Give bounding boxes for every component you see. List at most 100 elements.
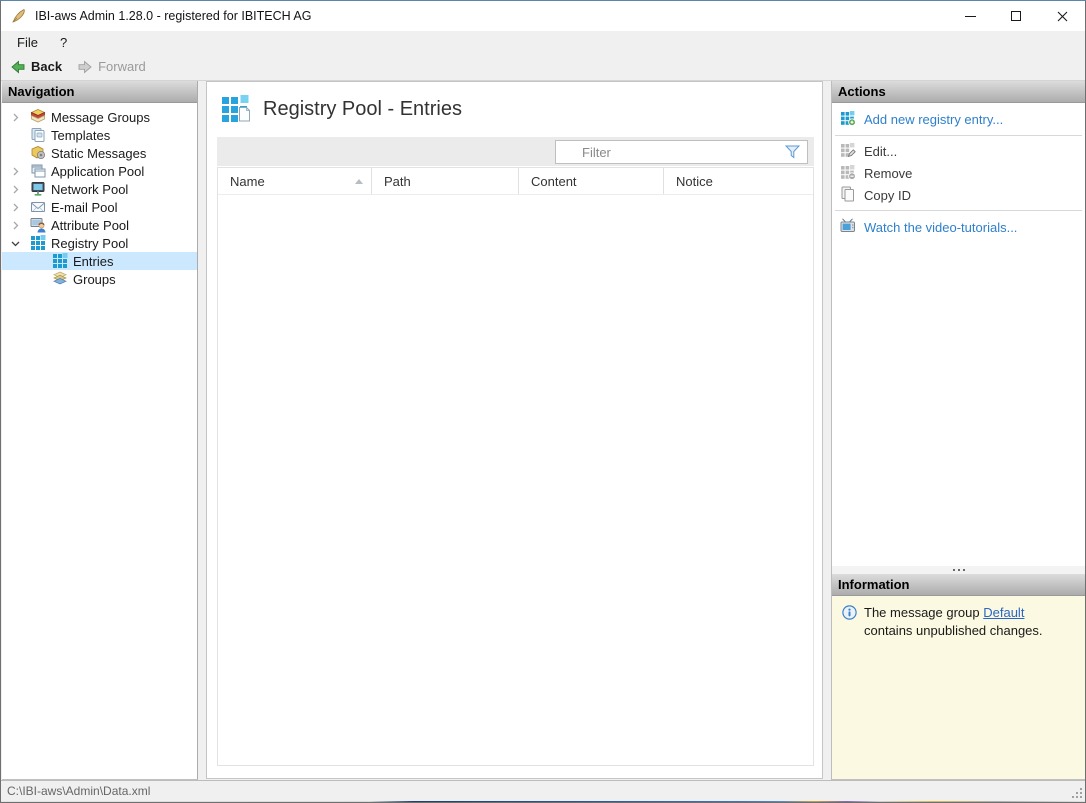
chevron-right-icon[interactable] [8,167,30,176]
message-prefix: The message group [864,605,984,620]
chevron-right-icon[interactable] [8,113,30,122]
info-icon [842,605,857,620]
registry-entries-icon [52,253,68,269]
nav-label: Registry Pool [51,235,129,251]
message-suffix: contains unpublished changes. [864,622,1043,638]
email-pool-icon [30,199,46,215]
chevron-down-icon[interactable] [8,239,30,248]
action-label: Remove [864,165,913,181]
column-label: Content [531,173,577,189]
maximize-button[interactable] [993,1,1039,31]
chevron-right-icon[interactable] [8,185,30,194]
data-file-path: C:\IBI-aws\Admin\Data.xml [7,784,151,798]
action-label: Watch the video-tutorials... [864,219,1018,235]
copy-icon [840,186,856,205]
window-controls [947,1,1085,31]
sort-ascending-icon [355,178,363,184]
navigation-header: Navigation [2,81,197,103]
nav-item-groups[interactable]: Groups [2,270,197,288]
nav-label: Static Messages [51,145,147,161]
action-copy-id[interactable]: Copy ID [832,184,1085,206]
page-header: Registry Pool - Entries [207,82,822,136]
nav-label: E-mail Pool [51,199,118,215]
status-bar: C:\IBI-aws\Admin\Data.xml [1,780,1085,801]
column-header-content[interactable]: Content [518,168,663,194]
static-messages-icon [30,145,46,161]
actions-separator [835,135,1082,136]
column-label: Path [384,173,411,189]
nav-item-registry-pool[interactable]: Registry Pool [2,234,197,252]
main-content: Registry Pool - Entries Name Path [206,81,823,779]
action-edit[interactable]: Edit... [832,140,1085,162]
back-arrow-icon [11,60,25,73]
nav-label: Entries [73,253,114,269]
menu-file[interactable]: File [7,33,48,52]
forward-arrow-icon [78,60,92,73]
maximize-icon [1011,11,1021,21]
column-label: Name [230,173,265,189]
action-label: Add new registry entry... [864,111,1004,127]
app-icon [11,8,27,24]
action-watch-video-tutorials[interactable]: Watch the video-tutorials... [832,215,1085,239]
message-groups-icon [30,109,46,125]
table-header-row: Name Path Content Notice [218,168,813,195]
actions-panel: Add new registry entry... Edit... Remove… [832,103,1085,566]
action-label: Edit... [864,143,898,159]
attribute-pool-icon [30,217,46,233]
column-header-notice[interactable]: Notice [663,168,813,194]
toolbar: Back Forward [1,53,1085,81]
entries-table: Name Path Content Notice [217,167,814,766]
nav-label: Application Pool [51,163,145,179]
network-pool-icon [30,181,46,197]
filter-bar [217,137,814,166]
column-header-name[interactable]: Name [218,168,371,194]
filter-input[interactable] [555,140,808,164]
nav-item-static-messages[interactable]: Static Messages [2,144,197,162]
window-title: IBI-aws Admin 1.28.0 - registered for IB… [35,9,312,23]
navigation-tree: Message Groups Templates Static Messages… [2,103,197,288]
back-button[interactable]: Back [4,57,68,77]
column-label: Notice [676,173,713,189]
registry-pool-entries-icon [221,94,251,124]
minimize-button[interactable] [947,1,993,31]
app-window: IBI-aws Admin 1.28.0 - registered for IB… [0,0,1086,803]
information-message: The message group Default contains unpub… [864,604,1075,639]
registry-pool-icon [30,235,46,251]
nav-item-network-pool[interactable]: Network Pool [2,180,197,198]
registry-groups-icon [52,271,68,287]
column-header-path[interactable]: Path [371,168,518,194]
minimize-icon [964,15,976,17]
forward-button[interactable]: Forward [71,57,152,77]
filter-funnel-icon[interactable] [785,145,800,159]
templates-icon [30,127,46,143]
action-remove[interactable]: Remove [832,162,1085,184]
information-header: Information [832,574,1085,596]
nav-item-application-pool[interactable]: Application Pool [2,162,197,180]
nav-item-entries[interactable]: Entries [2,252,197,270]
actions-separator [835,210,1082,211]
chevron-right-icon[interactable] [8,221,30,230]
title-bar: IBI-aws Admin 1.28.0 - registered for IB… [1,1,1085,31]
action-label: Copy ID [864,187,911,203]
chevron-right-icon[interactable] [8,203,30,212]
page-title: Registry Pool - Entries [263,97,462,120]
nav-item-message-groups[interactable]: Message Groups [2,108,197,126]
menu-help[interactable]: ? [50,33,77,52]
filter-box [555,140,808,164]
nav-item-templates[interactable]: Templates [2,126,197,144]
nav-item-attribute-pool[interactable]: Attribute Pool [2,216,197,234]
nav-label: Templates [51,127,111,143]
resize-grip[interactable] [1070,786,1082,798]
panel-splitter-handle[interactable] [832,566,1085,574]
default-group-link[interactable]: Default [983,605,1024,620]
close-button[interactable] [1039,1,1085,31]
nav-label: Groups [73,271,116,287]
nav-item-email-pool[interactable]: E-mail Pool [2,198,197,216]
menu-bar: File ? [1,31,1085,53]
back-label: Back [31,59,63,74]
action-add-new-registry-entry[interactable]: Add new registry entry... [832,107,1085,131]
information-panel: The message group Default contains unpub… [832,596,1085,779]
right-panel: Actions Add new registry entry... Edit..… [831,81,1085,780]
navigation-panel: Navigation Message Groups Templates Stat… [2,81,198,780]
close-icon [1057,11,1067,21]
